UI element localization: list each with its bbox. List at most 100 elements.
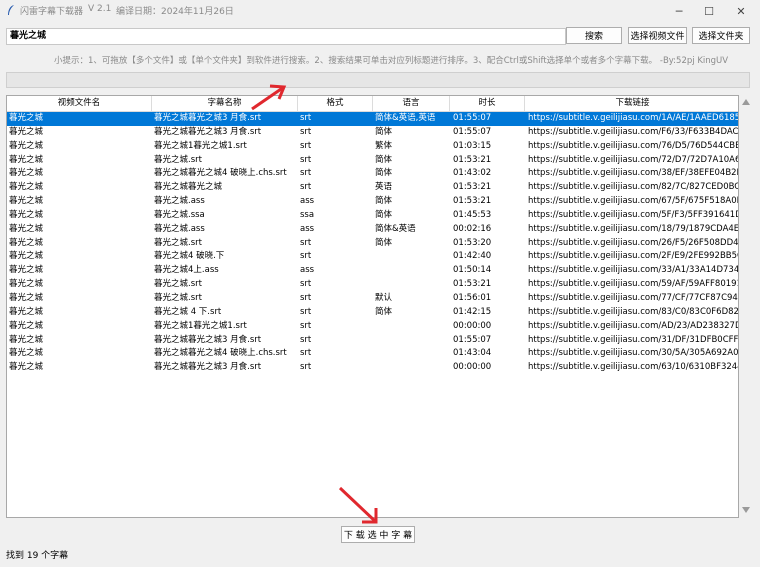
column-header-language[interactable]: 语言 <box>373 96 450 111</box>
table-cell: 简体 <box>375 209 393 220</box>
feather-icon <box>8 5 14 15</box>
table-cell: 暮光之城1暮光之城1.srt <box>154 140 247 151</box>
table-cell: 暮光之城暮光之城3 月食.srt <box>154 334 262 345</box>
results-table[interactable]: 视频文件名 字幕名称 格式 语言 时长 下载链接 暮光之城 暮光之城暮光之城3 月… <box>6 95 739 518</box>
select-video-button[interactable]: 选择视频文件 <box>628 27 687 44</box>
table-row[interactable]: 暮光之城 暮光之城暮光之城3 月食.srt srt 简体&英语,英语 01:55:07 h… <box>7 112 739 126</box>
table-cell: srt <box>300 251 312 262</box>
table-cell: srt <box>300 182 312 193</box>
vertical-scrollbar[interactable] <box>739 95 752 518</box>
triangle-down-icon[interactable] <box>742 507 750 513</box>
table-cell: https://subtitle.v.geilijiasu.com/72/D7/… <box>528 154 739 165</box>
window-title: 闪雷字幕下载器 <box>20 7 84 17</box>
table-cell: 简体 <box>375 237 393 248</box>
table-cell: 暮光之城 <box>9 362 44 373</box>
table-cell: 暮光之城4 破晓.下 <box>154 251 225 262</box>
table-row[interactable]: 暮光之城 暮光之城暮光之城4 破晓上.chs.srt srt 01:43:04 http… <box>7 347 739 361</box>
table-cell: https://subtitle.v.geilijiasu.com/30/5A/… <box>528 348 739 359</box>
table-cell: 暮光之城 <box>9 348 44 359</box>
table-cell: 简体 <box>375 154 393 165</box>
search-button[interactable]: 搜索 <box>566 27 622 44</box>
table-cell <box>373 250 450 264</box>
table-row[interactable]: 暮光之城 暮光之城1暮光之城1.srt srt 00:00:00 https://sub… <box>7 320 738 334</box>
table-cell: srt <box>300 140 312 151</box>
select-folder-button[interactable]: 选择文件夹 <box>692 27 750 44</box>
table-cell: 暮光之城 <box>9 223 44 234</box>
triangle-up-icon[interactable] <box>742 99 750 105</box>
table-cell <box>373 264 450 278</box>
table-cell: 暮光之城 <box>9 306 44 317</box>
table-cell: 暮光之城 <box>9 140 44 151</box>
table-row[interactable]: 暮光之城 暮光之城暮光之城3 月食.srt srt 01:55:07 https://s… <box>7 334 739 348</box>
search-input[interactable]: 暮光之城 <box>6 28 566 45</box>
table-row[interactable]: 暮光之城 暮光之城4上.ass ass 01:50:14 https://subtitl… <box>7 264 738 278</box>
table-cell: 暮光之城暮光之城4 破晓上.chs.srt <box>154 168 287 179</box>
table-row[interactable]: 暮光之城 暮光之城暮光之城 srt 英语 01:53:21 https://subtitl… <box>7 181 739 195</box>
table-row[interactable]: 暮光之城 暮光之城1暮光之城1.srt srt 繁体 01:03:15 https://s… <box>7 140 739 154</box>
table-row[interactable]: 暮光之城 暮光之城.ass ass 简体 01:53:21 https://subtitl… <box>7 195 738 209</box>
table-cell: 01:03:15 <box>453 140 492 151</box>
table-cell: 暮光之城.ssa <box>154 209 205 220</box>
table-cell: srt <box>300 334 312 345</box>
table-cell: https://subtitle.v.geilijiasu.com/83/C0/… <box>528 306 739 317</box>
table-cell: 暮光之城 <box>9 334 44 345</box>
table-cell: 01:43:02 <box>453 168 492 179</box>
annotation-arrow-download <box>338 486 378 524</box>
table-cell: srt <box>300 279 312 290</box>
table-cell: 暮光之城.ass <box>154 196 205 207</box>
table-cell: 暮光之城暮光之城4 破晓上.chs.srt <box>154 348 287 359</box>
table-cell: ass <box>300 196 315 207</box>
table-row[interactable]: 暮光之城 暮光之城.srt srt 01:53:21 https://subtitle.… <box>7 278 738 292</box>
table-cell: 暮光之城 <box>9 251 44 262</box>
table-cell: https://subtitle.v.geilijiasu.com/82/7C/… <box>528 182 739 193</box>
table-cell: srt <box>300 168 312 179</box>
table-cell: https://subtitle.v.geilijiasu.com/31/DF/… <box>528 334 739 345</box>
table-cell: 暮光之城 <box>9 168 44 179</box>
table-row[interactable]: 暮光之城 暮光之城.srt srt 简体 01:53:21 https://subtitl… <box>7 154 739 168</box>
table-row[interactable]: 暮光之城 暮光之城暮光之城3 月食.srt srt 00:00:00 https://s… <box>7 361 738 375</box>
table-cell: https://subtitle.v.geilijiasu.com/1A/AE/… <box>528 113 739 123</box>
table-cell: 01:42:15 <box>453 306 492 317</box>
table-cell: https://subtitle.v.geilijiasu.com/18/79/… <box>528 223 739 234</box>
table-cell: srt <box>300 154 312 165</box>
close-button[interactable]: ✕ <box>726 0 756 22</box>
table-row[interactable]: 暮光之城 暮光之城4 破晓.下 srt 01:42:40 https://subtitl… <box>7 250 738 264</box>
table-cell: https://subtitle.v.geilijiasu.com/76/D5/… <box>528 140 739 151</box>
maximize-button[interactable]: ☐ <box>694 0 724 22</box>
table-cell: 00:02:16 <box>453 223 492 234</box>
column-header-download-link[interactable]: 下载链接 <box>525 96 738 111</box>
table-cell: 暮光之城 <box>9 279 44 290</box>
table-cell: 简体 <box>375 196 393 207</box>
table-cell: https://subtitle.v.geilijiasu.com/5F/F3/… <box>528 209 739 220</box>
table-row[interactable]: 暮光之城 暮光之城.ssa ssa 简体 01:45:53 https://subtitl… <box>7 209 739 223</box>
table-row[interactable]: 暮光之城 暮光之城.srt srt 默认 01:56:01 https://subtitl… <box>7 292 738 306</box>
table-cell: 暮光之城.srt <box>154 154 202 165</box>
table-cell: 暮光之城1暮光之城1.srt <box>154 320 247 331</box>
column-header-format[interactable]: 格式 <box>298 96 373 111</box>
table-row[interactable]: 暮光之城 暮光之城 4 下.srt srt 简体 01:42:15 https://sub… <box>7 306 739 320</box>
table-row[interactable]: 暮光之城 暮光之城.ass ass 简体&英语 00:02:16 https://subt… <box>7 223 739 237</box>
table-cell: 暮光之城 <box>9 209 44 220</box>
table-row[interactable]: 暮光之城 暮光之城.srt srt 简体 01:53:20 https://subtitl… <box>7 237 738 251</box>
table-cell: 01:53:21 <box>453 182 492 193</box>
download-selected-button[interactable]: 下 载 选 中 字 幕 <box>341 526 415 543</box>
table-cell: 暮光之城 <box>9 320 44 331</box>
table-cell: 01:45:53 <box>453 209 492 220</box>
table-cell: 简体&英语 <box>375 223 416 234</box>
table-cell: 暮光之城 <box>9 265 44 276</box>
table-cell: 暮光之城 <box>9 113 44 123</box>
usage-tip: 小提示：1、可拖放【多个文件】或【单个文件夹】到软件进行搜索。2、搜索结果可单击… <box>54 56 729 66</box>
build-date: 编译日期：2024年11月26日 <box>116 7 234 17</box>
table-cell: 暮光之城 4 下.srt <box>154 306 222 317</box>
table-cell: 01:55:07 <box>453 113 492 123</box>
table-cell: 暮光之城暮光之城3 月食.srt <box>154 126 262 137</box>
table-cell: 01:50:14 <box>453 265 492 276</box>
table-cell: 暮光之城.srt <box>154 292 202 303</box>
table-row[interactable]: 暮光之城 暮光之城暮光之城4 破晓上.chs.srt srt 简体 01:43:02 ht… <box>7 167 738 181</box>
annotation-arrow-header <box>251 84 287 111</box>
column-header-video-file[interactable]: 视频文件名 <box>7 96 152 111</box>
table-cell: ass <box>300 265 315 276</box>
column-header-duration[interactable]: 时长 <box>450 96 525 111</box>
minimize-button[interactable]: ─ <box>664 0 694 22</box>
table-row[interactable]: 暮光之城 暮光之城暮光之城3 月食.srt srt 简体 01:55:07 https:/… <box>7 126 738 140</box>
